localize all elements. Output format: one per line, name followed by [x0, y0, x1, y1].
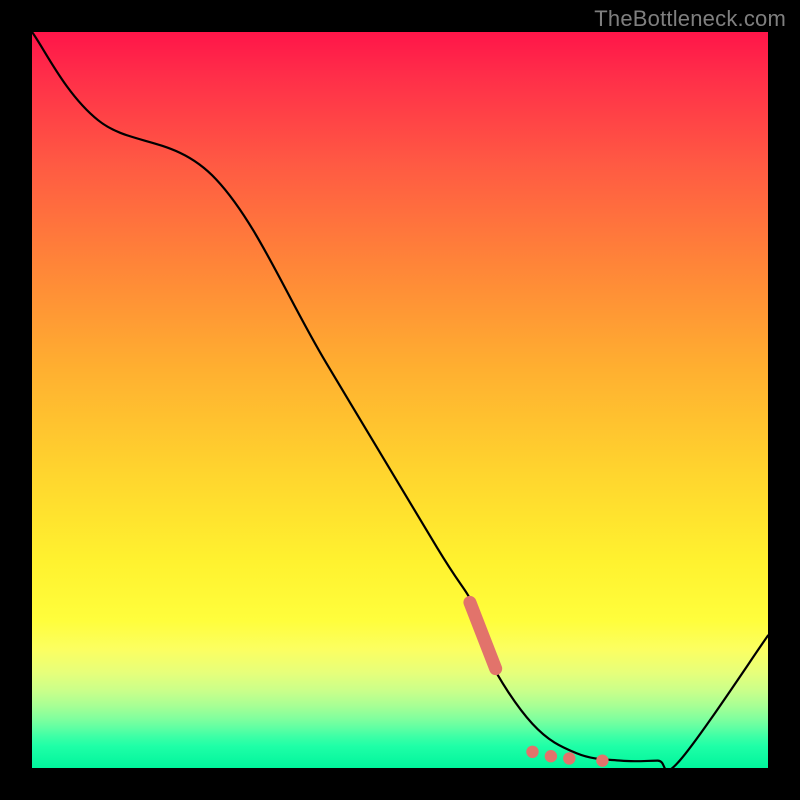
highlight-segment [470, 602, 496, 668]
plot-area [32, 32, 768, 768]
curve-svg [32, 32, 768, 768]
highlight-dot [596, 754, 608, 766]
bottleneck-curve [32, 32, 768, 768]
highlight-dot [526, 746, 538, 758]
highlight-dot [545, 750, 557, 762]
highlight-dot [563, 752, 575, 764]
chart-container: TheBottleneck.com [0, 0, 800, 800]
watermark-text: TheBottleneck.com [594, 6, 786, 32]
